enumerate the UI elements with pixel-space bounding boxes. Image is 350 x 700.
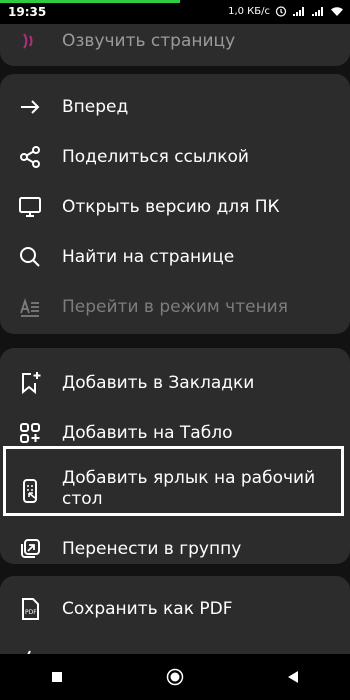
system-nav-bar	[0, 654, 350, 700]
menu-item-label: Поделиться ссылкой	[62, 146, 249, 167]
menu-item-label: Перенести в группу	[62, 538, 242, 559]
menu-item-forward[interactable]: Вперед	[0, 82, 350, 132]
menu-item-desktop-version[interactable]: Открыть версию для ПК	[0, 182, 350, 232]
partial-icon	[17, 646, 43, 654]
reading-mode-icon	[17, 294, 43, 320]
menu-item-add-to-tablo[interactable]: Добавить на Табло	[0, 408, 350, 458]
menu-item-label: Сохранить как PDF	[62, 598, 233, 619]
recents-button[interactable]	[51, 671, 63, 683]
desktop-icon	[17, 194, 43, 220]
menu-item-find-on-page[interactable]: Найти на странице	[0, 232, 350, 282]
menu-card-save: Добавить в Закладки Добавить на Табло До…	[0, 348, 350, 564]
menu-item-save-pdf[interactable]: PDF Сохранить как PDF	[0, 584, 350, 634]
signal2-icon	[311, 6, 325, 17]
status-bar: 19:35 1,0 КБ/с	[0, 0, 350, 24]
menu-item-label: Открыть версию для ПК	[62, 196, 280, 217]
tiles-add-icon	[17, 420, 43, 446]
menu-item-reading-mode[interactable]: Перейти в режим чтения	[0, 282, 350, 332]
home-button[interactable]	[166, 668, 184, 686]
menu-item-share-link[interactable]: Поделиться ссылкой	[0, 132, 350, 182]
pdf-icon: PDF	[17, 596, 43, 622]
menu-item-label: Найти на странице	[62, 246, 235, 267]
search-icon	[17, 244, 43, 270]
bookmark-add-icon	[17, 370, 43, 396]
wifi-icon	[330, 6, 344, 17]
status-time: 19:35	[8, 5, 47, 19]
menu-card-export: PDF Сохранить как PDF	[0, 576, 350, 654]
menu-item-label: Добавить ярлык на рабочий стол	[62, 468, 316, 509]
menu-item-read-aloud[interactable]: Озвучить страницу	[0, 24, 350, 66]
menu-item-add-shortcut[interactable]: Добавить ярлык на рабочий стол	[0, 458, 350, 524]
arrow-right-icon	[17, 94, 43, 120]
shortcut-add-icon	[17, 478, 43, 504]
menu-card-navigation: Вперед Поделиться ссылкой Открыть версию…	[0, 74, 350, 334]
menu-item-label: Добавить на Табло	[62, 422, 233, 443]
menu-item-label: Озвучить страницу	[62, 30, 236, 51]
page-load-progress	[0, 0, 180, 3]
menu-card-top: Озвучить страницу	[0, 24, 350, 66]
share-icon	[17, 144, 43, 170]
status-right: 1,0 КБ/с	[228, 5, 344, 17]
menu-item-add-bookmark[interactable]: Добавить в Закладки	[0, 358, 350, 408]
menu-item-move-to-group[interactable]: Перенести в группу	[0, 524, 350, 574]
signal-icon	[292, 6, 306, 17]
network-speed: 1,0 КБ/с	[228, 5, 270, 17]
menu-item-label: Перейти в режим чтения	[62, 296, 288, 317]
menu-item-label: Вперед	[62, 96, 129, 117]
browser-menu: Озвучить страницу Вперед Поделиться ссыл…	[0, 24, 350, 654]
move-group-icon	[17, 536, 43, 562]
menu-item-label: Добавить в Закладки	[62, 372, 255, 393]
menu-item-cut-off[interactable]	[0, 634, 350, 654]
alarm-icon	[275, 5, 287, 17]
back-button[interactable]	[287, 670, 299, 684]
svg-text:PDF: PDF	[25, 609, 37, 616]
speaker-icon	[17, 28, 43, 54]
